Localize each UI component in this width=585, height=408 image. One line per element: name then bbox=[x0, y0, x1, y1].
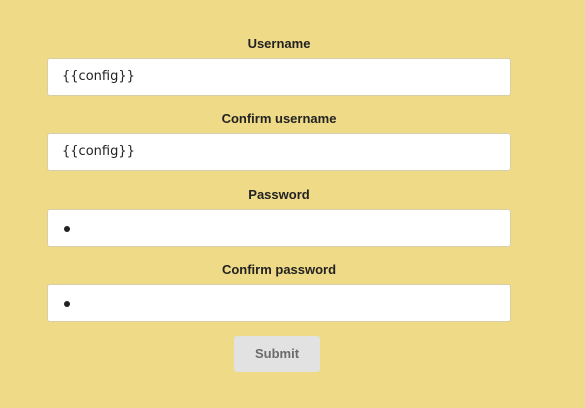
password-label: Password bbox=[248, 187, 310, 202]
confirm-password-mask-dot bbox=[64, 301, 70, 307]
confirm-password-field[interactable] bbox=[47, 284, 511, 322]
confirm-username-label: Confirm username bbox=[221, 111, 337, 126]
confirm-username-field[interactable]: {{config}} bbox=[47, 133, 511, 171]
submit-button[interactable]: Submit bbox=[234, 336, 320, 372]
confirm-username-value: {{config}} bbox=[62, 144, 135, 159]
username-field[interactable]: {{config}} bbox=[47, 58, 511, 96]
password-field[interactable] bbox=[47, 209, 511, 247]
username-label: Username bbox=[247, 36, 311, 51]
username-value: {{config}} bbox=[62, 69, 135, 84]
password-mask-dot bbox=[64, 226, 70, 232]
confirm-password-label: Confirm password bbox=[221, 262, 337, 277]
